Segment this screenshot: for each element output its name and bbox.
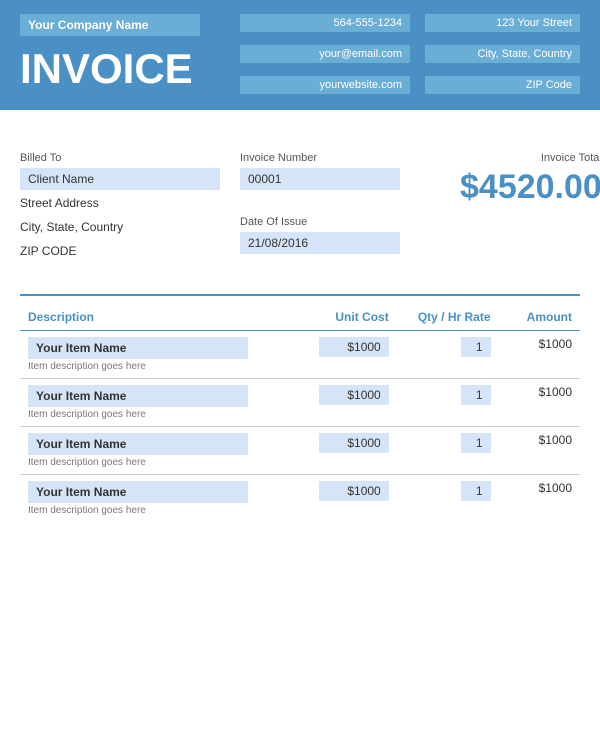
item-name: Your Item Name bbox=[28, 481, 248, 503]
header-center: 564-555-1234 your@email.com yourwebsite.… bbox=[240, 14, 420, 96]
item-amount-cell: $1000 bbox=[499, 475, 580, 522]
amount-value: $1000 bbox=[539, 337, 572, 351]
invoice-header: Your Company Name INVOICE 564-555-1234 y… bbox=[0, 0, 600, 110]
invoice-title: INVOICE bbox=[20, 48, 240, 90]
invoice-total-label: Invoice Total bbox=[541, 152, 600, 164]
header-phone: 564-555-1234 bbox=[240, 14, 410, 32]
item-name: Your Item Name bbox=[28, 337, 248, 359]
item-qty-cell: 1 bbox=[397, 427, 499, 474]
col-description: Description bbox=[20, 304, 295, 331]
item-desc: Item description goes here bbox=[28, 457, 287, 468]
col-amount: Amount bbox=[499, 304, 580, 331]
billed-to-label: Billed To bbox=[20, 152, 220, 164]
header-website: yourwebsite.com bbox=[240, 76, 410, 94]
header-address-line1: 123 Your Street bbox=[425, 14, 580, 32]
amount-value: $1000 bbox=[539, 433, 572, 447]
qty-value: 1 bbox=[461, 385, 491, 405]
qty-value: 1 bbox=[461, 433, 491, 453]
item-unit-cost-cell: $1000 bbox=[295, 427, 397, 474]
table-row: Your Item Name Item description goes her… bbox=[20, 379, 580, 426]
header-email: your@email.com bbox=[240, 45, 410, 63]
amount-value: $1000 bbox=[539, 385, 572, 399]
item-description-cell: Your Item Name Item description goes her… bbox=[20, 475, 295, 522]
item-amount-cell: $1000 bbox=[499, 427, 580, 474]
item-desc: Item description goes here bbox=[28, 505, 287, 516]
amount-value: $1000 bbox=[539, 481, 572, 495]
item-unit-cost-cell: $1000 bbox=[295, 475, 397, 522]
date-field: 21/08/2016 bbox=[240, 232, 400, 254]
item-name: Your Item Name bbox=[28, 385, 248, 407]
item-qty-cell: 1 bbox=[397, 331, 499, 379]
date-label: Date Of Issue bbox=[240, 216, 440, 228]
company-name: Your Company Name bbox=[20, 14, 200, 36]
col-unit-cost: Unit Cost bbox=[295, 304, 397, 331]
invoice-total-block: Invoice Total $4520.00 bbox=[460, 152, 600, 264]
invoice-table: Description Unit Cost Qty / Hr Rate Amou… bbox=[20, 304, 580, 522]
item-amount-cell: $1000 bbox=[499, 331, 580, 379]
header-left: Your Company Name INVOICE bbox=[20, 14, 240, 96]
unit-cost-value: $1000 bbox=[319, 337, 389, 357]
invoice-body: Billed To Client Name Street Address Cit… bbox=[0, 110, 600, 522]
qty-value: 1 bbox=[461, 481, 491, 501]
item-qty-cell: 1 bbox=[397, 475, 499, 522]
table-row: Your Item Name Item description goes her… bbox=[20, 331, 580, 379]
table-divider bbox=[20, 294, 580, 296]
item-desc: Item description goes here bbox=[28, 361, 287, 372]
header-address-line2: City, State, Country bbox=[425, 45, 580, 63]
col-qty: Qty / Hr Rate bbox=[397, 304, 499, 331]
item-qty-cell: 1 bbox=[397, 379, 499, 426]
billed-to-block: Billed To Client Name Street Address Cit… bbox=[20, 152, 220, 264]
item-unit-cost-cell: $1000 bbox=[295, 331, 397, 379]
client-name-field: Client Name bbox=[20, 168, 220, 190]
qty-value: 1 bbox=[461, 337, 491, 357]
invoice-number-label: Invoice Number bbox=[240, 152, 440, 164]
street-address-field: Street Address bbox=[20, 192, 220, 214]
item-description-cell: Your Item Name Item description goes her… bbox=[20, 379, 295, 426]
billing-section: Billed To Client Name Street Address Cit… bbox=[20, 152, 580, 264]
item-amount-cell: $1000 bbox=[499, 379, 580, 426]
invoice-details-block: Invoice Number 00001 Date Of Issue 21/08… bbox=[240, 152, 440, 264]
city-state-field: City, State, Country bbox=[20, 216, 220, 238]
table-header-row: Description Unit Cost Qty / Hr Rate Amou… bbox=[20, 304, 580, 331]
zip-code-field: ZIP CODE bbox=[20, 240, 220, 262]
unit-cost-value: $1000 bbox=[319, 385, 389, 405]
unit-cost-value: $1000 bbox=[319, 433, 389, 453]
invoice-total-amount: $4520.00 bbox=[460, 168, 600, 207]
header-right: 123 Your Street City, State, Country ZIP… bbox=[420, 14, 580, 96]
item-unit-cost-cell: $1000 bbox=[295, 379, 397, 426]
item-description-cell: Your Item Name Item description goes her… bbox=[20, 331, 295, 379]
table-row: Your Item Name Item description goes her… bbox=[20, 475, 580, 522]
item-name: Your Item Name bbox=[28, 433, 248, 455]
header-address-line3: ZIP Code bbox=[425, 76, 580, 94]
table-row: Your Item Name Item description goes her… bbox=[20, 427, 580, 474]
item-description-cell: Your Item Name Item description goes her… bbox=[20, 427, 295, 474]
unit-cost-value: $1000 bbox=[319, 481, 389, 501]
invoice-number-field: 00001 bbox=[240, 168, 400, 190]
item-desc: Item description goes here bbox=[28, 409, 287, 420]
